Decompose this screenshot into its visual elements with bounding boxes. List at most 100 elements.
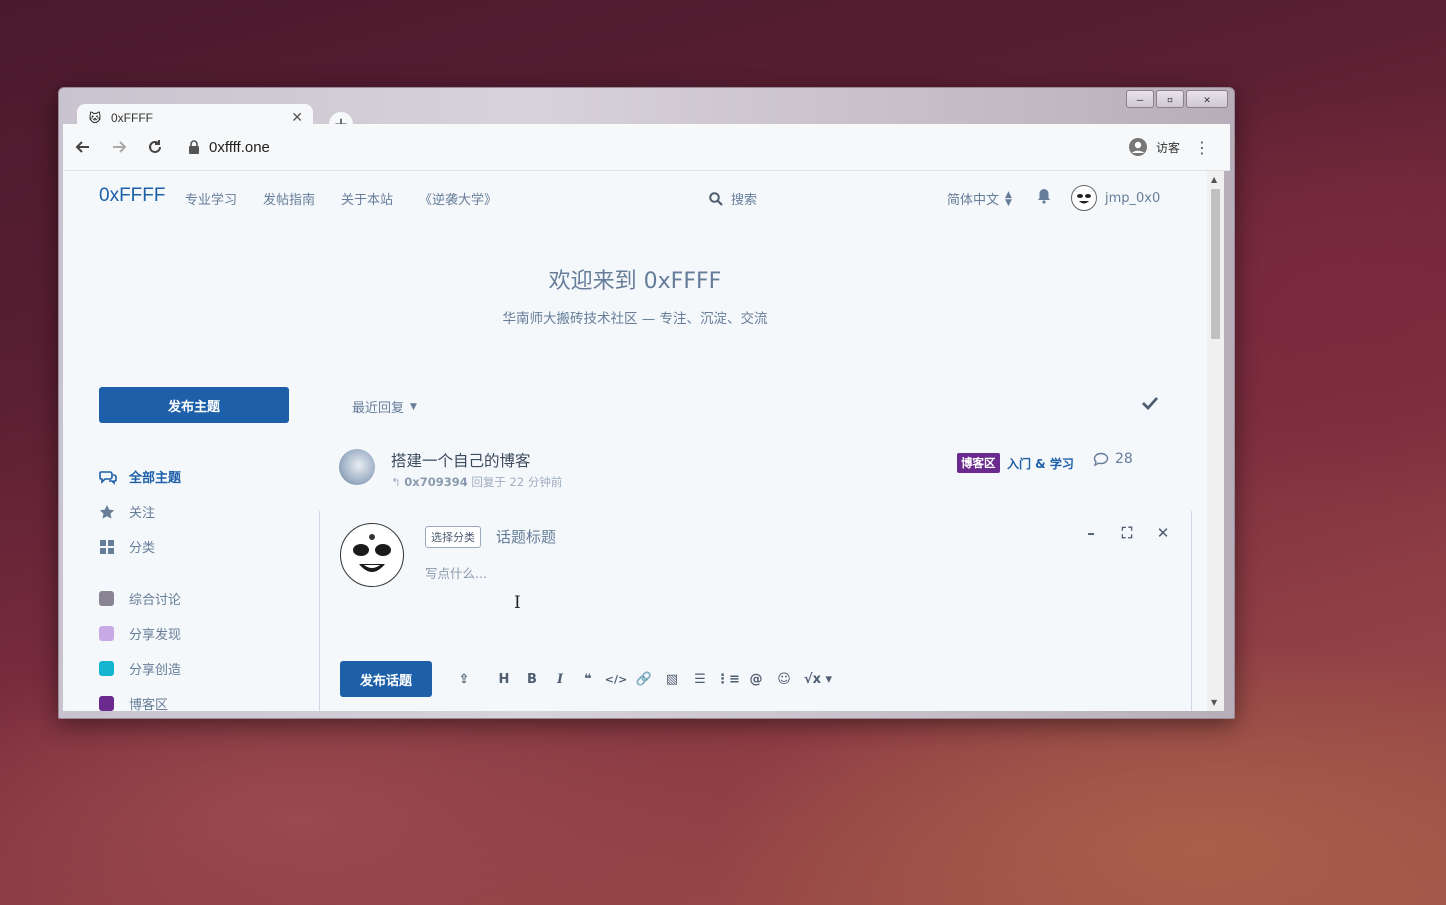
browser-menu-icon[interactable]: ⋮ xyxy=(1194,138,1210,157)
tag-color-swatch xyxy=(99,661,114,676)
sidebar-tag-label: 综合讨论 xyxy=(129,593,182,608)
user-menu[interactable]: jmp_0x0 xyxy=(1071,185,1160,211)
fullscreen-icon[interactable]: ⛶ xyxy=(1119,524,1135,542)
mention-icon[interactable]: @ xyxy=(742,669,770,689)
search-label: 搜索 xyxy=(731,193,758,208)
profile-button[interactable]: 访客 xyxy=(1128,137,1180,157)
site-header: 0xFFFF 专业学习 发帖指南 关于本站 《逆袭大学》 搜索 简体中文 ▲▼ xyxy=(63,171,1207,227)
tag-color-swatch xyxy=(99,591,114,606)
reload-icon xyxy=(149,140,161,153)
lock-icon xyxy=(189,140,199,154)
sort-updown-icon: ▲ ▼ xyxy=(1005,189,1012,208)
comment-icon xyxy=(1093,452,1109,466)
tag-badge-secondary[interactable]: 入门 & 学习 xyxy=(1007,455,1074,472)
quote-icon[interactable]: ❝ xyxy=(574,669,602,689)
tab-strip: 🐱 0xFFFF ✕ + xyxy=(63,96,1230,136)
emoji-icon[interactable]: ☺ xyxy=(770,669,798,689)
nav-link-about[interactable]: 关于本站 xyxy=(341,189,393,208)
scroll-down-icon[interactable]: ▼ xyxy=(1211,698,1217,707)
comments-icon xyxy=(99,470,117,485)
body-textarea[interactable] xyxy=(425,563,1125,643)
scroll-up-icon[interactable]: ▲ xyxy=(1211,175,1217,184)
sidebar-tag-label: 分享发现 xyxy=(129,628,182,643)
bullet-list-icon[interactable]: ☰ xyxy=(686,669,714,689)
reply-count: 28 xyxy=(1093,451,1133,467)
sidebar-item-all[interactable]: 全部主题 xyxy=(99,459,289,494)
minimize-composer-icon[interactable]: – xyxy=(1083,524,1099,542)
mark-all-read-button[interactable] xyxy=(1141,395,1159,414)
sidebar-item-label: 分类 xyxy=(129,541,156,556)
composer: 选择分类 I – ⛶ ✕ 发布话题 ⇪ H B I ❝ </> 🔗 ▧ ☰ ⋮≡ xyxy=(319,511,1192,711)
nav-link-book[interactable]: 《逆袭大学》 xyxy=(419,189,497,208)
username: jmp_0x0 xyxy=(1105,190,1161,206)
back-arrow-icon xyxy=(75,141,89,153)
back-button[interactable] xyxy=(67,131,99,163)
bold-icon[interactable]: B xyxy=(518,669,546,689)
composer-controls: – ⛶ ✕ xyxy=(1083,524,1171,542)
reply-count-value: 28 xyxy=(1115,451,1133,467)
sidebar-item-tags[interactable]: 分类 xyxy=(99,529,289,564)
sort-dropdown[interactable]: 最近回复 ▼ xyxy=(352,397,417,416)
forward-arrow-icon xyxy=(113,141,127,153)
star-icon xyxy=(99,504,115,519)
link-icon[interactable]: 🔗 xyxy=(630,669,658,689)
title-input[interactable] xyxy=(496,526,996,548)
nav-link-study[interactable]: 专业学习 xyxy=(185,189,237,208)
formatting-toolbar: ⇪ H B I ❝ </> 🔗 ▧ ☰ ⋮≡ @ ☺ √x ▾ xyxy=(450,669,838,689)
search-box[interactable]: 搜索 xyxy=(709,189,757,208)
text-cursor-icon: I xyxy=(514,593,521,613)
tag-color-swatch xyxy=(99,626,114,641)
italic-icon[interactable]: I xyxy=(546,669,574,689)
sidebar-item-following[interactable]: 关注 xyxy=(99,494,289,529)
sidebar-item-label: 全部主题 xyxy=(129,471,182,486)
site-logo[interactable]: 0xFFFF xyxy=(99,185,166,207)
discussion-meta: ↰ 0x709394 回复于 22 分钟前 xyxy=(391,474,562,490)
language-selector[interactable]: 简体中文 ▲ ▼ xyxy=(947,189,1012,208)
sidebar-tag-create[interactable]: 分享创造 xyxy=(99,651,289,686)
profile-label: 访客 xyxy=(1155,140,1180,155)
numbered-list-icon[interactable]: ⋮≡ xyxy=(714,669,742,689)
sort-label: 最近回复 xyxy=(352,401,405,416)
discussion-title[interactable]: 搭建一个自己的博客 xyxy=(391,449,531,471)
sidebar-tag-general[interactable]: 综合讨论 xyxy=(99,581,289,616)
author-avatar[interactable] xyxy=(339,449,375,485)
page-scrollbar[interactable]: ▲ ▼ xyxy=(1207,171,1224,711)
caret-down-icon: ▼ xyxy=(410,401,417,412)
start-discussion-button[interactable]: 发布主题 xyxy=(99,387,289,423)
hero-title: 欢迎来到 0xFFFF xyxy=(548,269,722,294)
post-discussion-button[interactable]: 发布话题 xyxy=(340,661,432,697)
hero-subtitle: 华南师大搬砖技术社区 — 专注、沉淀、交流 xyxy=(502,311,768,327)
last-reply-time: 回复于 22 分钟前 xyxy=(471,475,563,489)
notifications-button[interactable] xyxy=(1037,188,1051,208)
user-avatar xyxy=(1071,185,1097,211)
tab-title: 0xFFFF xyxy=(111,111,153,125)
search-icon xyxy=(709,191,723,206)
choose-category-button[interactable]: 选择分类 xyxy=(425,526,481,548)
check-icon xyxy=(1142,397,1159,411)
math-icon[interactable]: √x ▾ xyxy=(798,669,838,689)
close-composer-icon[interactable]: ✕ xyxy=(1155,524,1171,542)
last-reply-user[interactable]: 0x709394 xyxy=(404,475,467,489)
image-icon[interactable]: ▧ xyxy=(658,669,686,689)
language-label: 简体中文 xyxy=(947,193,1000,208)
address-bar[interactable]: 0xffff.one xyxy=(187,139,1128,156)
sidebar-tag-label: 分享创造 xyxy=(129,663,182,678)
discussion-item[interactable]: 搭建一个自己的博客 ↰ 0x709394 回复于 22 分钟前 博客区 入门 &… xyxy=(339,447,1169,499)
reply-icon: ↰ xyxy=(391,475,401,489)
sidebar-tag-blog[interactable]: 博客区 xyxy=(99,686,289,711)
nav-link-guide[interactable]: 发帖指南 xyxy=(263,189,315,208)
browser-window: – ▫ ✕ 🐱 0xFFFF ✕ + 0xffff.one 访客 ⋮ xyxy=(58,87,1235,719)
heading-icon[interactable]: H xyxy=(490,669,518,689)
scrollbar-thumb[interactable] xyxy=(1211,189,1220,339)
code-icon[interactable]: </> xyxy=(602,669,630,689)
grid-icon xyxy=(100,539,114,554)
bell-icon xyxy=(1038,189,1050,204)
sidebar-tag-label: 博客区 xyxy=(129,698,169,711)
upload-icon[interactable]: ⇪ xyxy=(450,669,478,689)
sidebar-nav: 全部主题 关注 分类 综合讨论 分享发现 分享创造 博客区 xyxy=(99,459,289,711)
browser-toolbar: 0xffff.one 访客 ⋮ xyxy=(63,124,1230,171)
forward-button[interactable] xyxy=(103,131,135,163)
tag-badge-primary[interactable]: 博客区 xyxy=(957,453,1000,473)
sidebar-tag-discover[interactable]: 分享发现 xyxy=(99,616,289,651)
reload-button[interactable] xyxy=(139,131,171,163)
